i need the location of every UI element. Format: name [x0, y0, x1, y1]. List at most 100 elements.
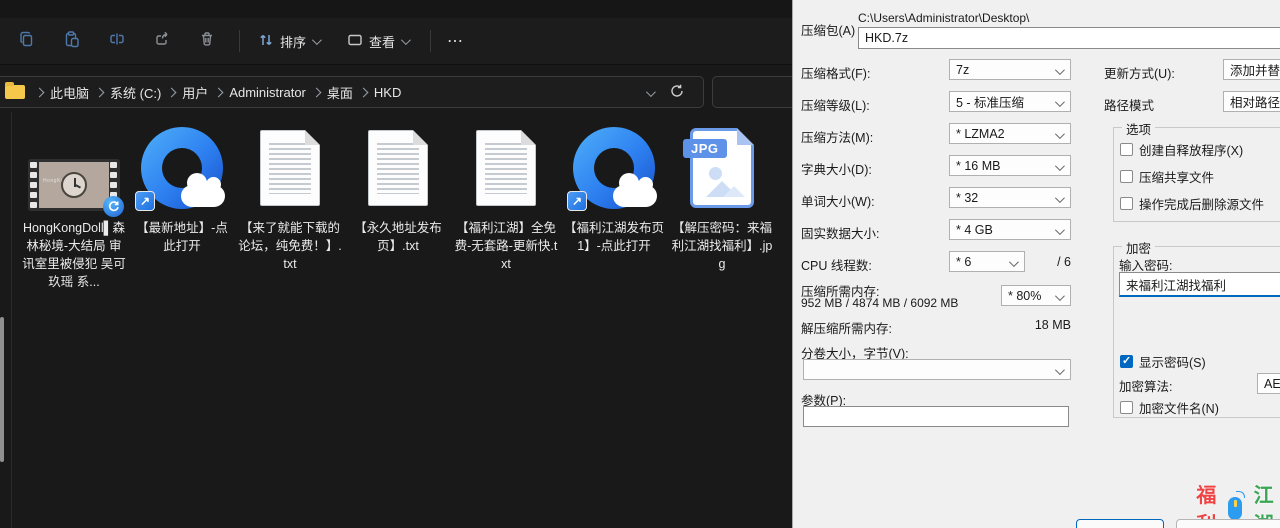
update-mode-select[interactable]: 添加并替换 — [1223, 59, 1280, 80]
create-sfx-checkbox[interactable] — [1120, 143, 1133, 156]
folder-icon — [5, 85, 25, 99]
jpg-file-icon: JPG — [690, 128, 754, 208]
cpu-threads-value: * 6 — [956, 255, 971, 269]
path-mode-label: 路径模式 — [1104, 95, 1154, 114]
shortcut-arrow-icon: ↗ — [135, 191, 155, 211]
toolbar-divider — [430, 30, 431, 52]
sort-button[interactable]: 排序 — [250, 26, 327, 56]
share-icon — [153, 30, 171, 53]
cpu-threads-max: / 6 — [1033, 255, 1071, 269]
file-item-qq-shortcut[interactable]: ↗ 【福利江湖发布页1】-点此打开 — [560, 122, 668, 292]
address-dropdown-icon[interactable] — [646, 87, 656, 97]
word-size-value: * 32 — [956, 191, 978, 205]
memory-percent-select[interactable]: * 80% — [1001, 285, 1071, 306]
breadcrumb-administrator[interactable]: Administrator — [229, 85, 306, 100]
show-password-checkbox[interactable] — [1120, 355, 1133, 368]
parameters-input[interactable] — [803, 406, 1069, 427]
format-label: 压缩格式(F): — [801, 63, 870, 82]
view-label: 查看 — [369, 32, 395, 51]
more-options-button[interactable]: ⋯ — [447, 31, 464, 51]
encryption-method-label: 加密算法: — [1119, 376, 1172, 395]
chevron-down-icon — [1055, 225, 1065, 235]
format-value: 7z — [956, 63, 969, 77]
file-item-video[interactable]: HongKongDoll HongKongDoll▌森林秘境-大结局 审讯室里被… — [20, 122, 128, 292]
level-select[interactable]: 5 - 标准压缩 — [949, 91, 1071, 112]
delete-after-checkbox[interactable] — [1120, 197, 1133, 210]
breadcrumb-desktop[interactable]: 桌面 — [327, 83, 353, 102]
archive-name-input[interactable]: HKD.7z — [858, 27, 1280, 49]
path-mode-select[interactable]: 相对路径 — [1223, 91, 1280, 112]
cpu-threads-select[interactable]: * 6 — [949, 251, 1025, 272]
chevron-down-icon — [312, 35, 322, 45]
compress-shared-checkbox[interactable] — [1120, 170, 1133, 183]
breadcrumb-hkd[interactable]: HKD — [374, 85, 401, 100]
volume-size-select[interactable] — [803, 359, 1071, 380]
rename-icon — [108, 30, 126, 53]
options-group: 选项 创建自释放程序(X) 压缩共享文件 操作完成后删除源文件 — [1113, 127, 1280, 222]
mouse-icon — [1228, 497, 1243, 520]
chevron-down-icon — [1055, 365, 1065, 375]
password-input[interactable]: 来福利江湖找福利 — [1119, 272, 1280, 297]
share-button[interactable] — [147, 26, 177, 56]
method-select[interactable]: * LZMA2 — [949, 123, 1071, 144]
breadcrumb-users[interactable]: 用户 — [182, 83, 208, 102]
breadcrumb-drive-c[interactable]: 系统 (C:) — [110, 83, 161, 102]
word-size-select[interactable]: * 32 — [949, 187, 1071, 208]
cancel-button[interactable] — [1176, 519, 1280, 528]
refresh-icon[interactable] — [669, 83, 685, 104]
delete-button[interactable] — [192, 26, 222, 56]
scrollbar-thumb[interactable] — [0, 317, 4, 462]
create-sfx-label: 创建自释放程序(X) — [1139, 140, 1243, 159]
solid-size-select[interactable]: * 4 GB — [949, 219, 1071, 240]
show-password-label: 显示密码(S) — [1139, 352, 1206, 371]
dictionary-select[interactable]: * 16 MB — [949, 155, 1071, 176]
encryption-method-select[interactable]: AES-256 — [1257, 373, 1280, 394]
address-bar[interactable]: 此电脑 系统 (C:) 用户 Administrator 桌面 HKD — [0, 76, 704, 108]
file-name: 【永久地址发布页】.txt — [346, 219, 450, 255]
toolbar-divider — [239, 30, 240, 52]
decompress-memory-label: 解压缩所需内存: — [801, 318, 892, 337]
chevron-down-icon — [1055, 291, 1065, 301]
copy-button[interactable] — [12, 26, 42, 56]
dictionary-value: * 16 MB — [956, 159, 1000, 173]
file-item-txt[interactable]: 【永久地址发布页】.txt — [344, 122, 452, 292]
file-explorer-window: 排序 查看 ⋯ 此电脑 系统 (C:) 用户 Administrator — [0, 0, 792, 528]
chevron-down-icon — [1055, 193, 1065, 203]
encrypt-filenames-checkbox[interactable] — [1120, 401, 1133, 414]
breadcrumb-separator-icon — [35, 87, 45, 97]
view-button[interactable]: 查看 — [339, 26, 416, 56]
file-item-jpg[interactable]: JPG 【解压密码：来福利江湖找福利】.jpg — [668, 122, 776, 292]
view-icon — [347, 33, 363, 50]
compress-shared-label: 压缩共享文件 — [1139, 167, 1214, 186]
copy-icon — [18, 30, 36, 53]
qq-browser-icon: ↗ — [141, 127, 223, 209]
rename-button[interactable] — [102, 26, 132, 56]
chevron-down-icon — [401, 35, 411, 45]
file-item-txt[interactable]: 【来了就能下载的论坛，纯免费！】.txt — [236, 122, 344, 292]
breadcrumb-this-pc[interactable]: 此电脑 — [50, 83, 89, 102]
file-name: 【福利江湖】全免费-无套路-更新快.txt — [454, 219, 558, 273]
file-name: HongKongDoll▌森林秘境-大结局 审讯室里被侵犯 吴可玖瑶 系... — [22, 219, 126, 292]
memory-usage-values: 952 MB / 4874 MB / 6092 MB — [801, 296, 958, 310]
archive-name-value: HKD.7z — [865, 31, 908, 45]
chevron-down-icon — [1055, 65, 1065, 75]
archive-label: 压缩包(A) — [801, 20, 855, 39]
file-name: 【福利江湖发布页1】-点此打开 — [562, 219, 666, 255]
password-value: 来福利江湖找福利 — [1126, 275, 1226, 294]
window-tab-strip — [0, 0, 792, 18]
file-item-txt[interactable]: 【福利江湖】全免费-无套路-更新快.txt — [452, 122, 560, 292]
qq-browser-icon: ↗ — [573, 127, 655, 209]
jpg-badge: JPG — [683, 139, 727, 158]
7zip-add-archive-dialog: 压缩包(A) C:\Users\Administrator\Desktop\ H… — [792, 0, 1280, 528]
update-mode-value: 添加并替换 — [1230, 60, 1280, 79]
cpu-threads-label: CPU 线程数: — [801, 255, 872, 274]
ok-button[interactable] — [1076, 519, 1164, 528]
solid-size-label: 固实数据大小: — [801, 223, 879, 242]
encryption-method-value: AES-256 — [1264, 377, 1280, 391]
dictionary-label: 字典大小(D): — [801, 159, 872, 178]
format-select[interactable]: 7z — [949, 59, 1071, 80]
file-item-qq-shortcut[interactable]: ↗ 【最新地址】-点此打开 — [128, 122, 236, 292]
paste-button[interactable] — [57, 26, 87, 56]
method-value: * LZMA2 — [956, 127, 1005, 141]
file-name: 【解压密码：来福利江湖找福利】.jpg — [670, 219, 774, 273]
